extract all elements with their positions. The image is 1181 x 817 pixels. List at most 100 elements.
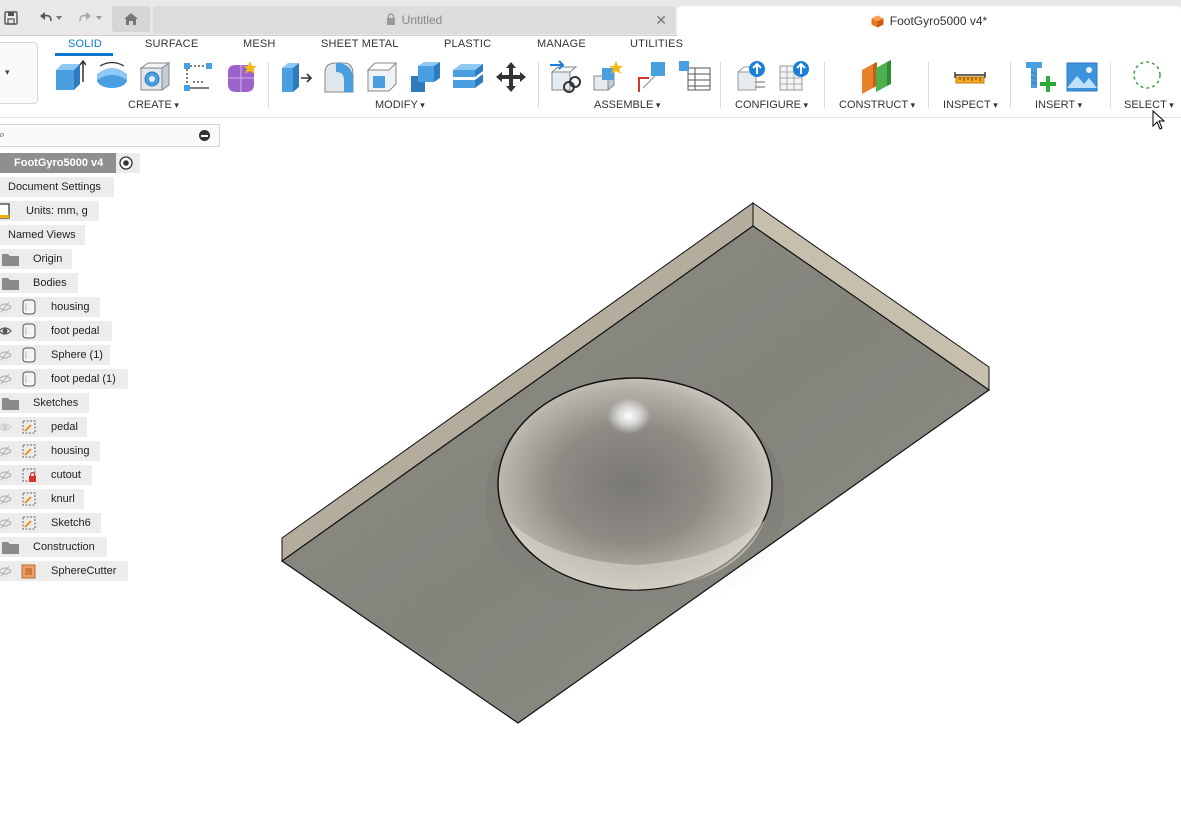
browser-item-label: Construction [33, 541, 95, 553]
as-built-joint-icon[interactable] [635, 60, 669, 94]
tab-footgyro[interactable]: FootGyro5000 v4* [677, 6, 1181, 36]
browser-item-label: Bodies [33, 277, 67, 289]
configure-icon[interactable] [735, 60, 769, 94]
shell-icon[interactable] [408, 60, 442, 94]
hidden-eye-icon[interactable] [0, 443, 12, 459]
browser-root-label: FootGyro5000 v4 [14, 157, 104, 169]
collapse-icon[interactable] [199, 130, 210, 141]
offset-plane-icon[interactable] [859, 60, 893, 94]
browser-search[interactable]: ⌕ [0, 124, 220, 147]
body-icon [22, 323, 36, 339]
create-form-icon[interactable] [224, 60, 258, 94]
browser-body-foot-pedal-1[interactable]: foot pedal (1) [0, 369, 128, 389]
browser-item-document-settings[interactable]: Document Settings [0, 177, 114, 197]
browser-sketch-6[interactable]: Sketch6 [0, 513, 101, 533]
eye-icon[interactable] [0, 323, 12, 339]
browser-body-housing[interactable]: housing [0, 297, 100, 317]
tab-mesh[interactable]: MESH [243, 38, 276, 50]
new-component-icon[interactable] [549, 60, 583, 94]
browser-sketch-knurl[interactable]: knurl [0, 489, 84, 509]
browser-item-units[interactable]: Units: mm, g [0, 201, 99, 221]
home-icon[interactable] [112, 6, 150, 32]
tab-plastic[interactable]: PLASTIC [444, 38, 491, 50]
pattern-icon[interactable] [181, 60, 215, 94]
chamfer-icon[interactable] [365, 60, 399, 94]
body-icon [22, 371, 36, 387]
browser-sketch-cutout[interactable]: cutout [0, 465, 92, 485]
press-pull-icon[interactable] [279, 60, 313, 94]
browser-sphere-cutter[interactable]: SphereCutter [0, 561, 128, 581]
hidden-eye-icon[interactable] [0, 515, 12, 531]
search-icon: ⌕ [0, 129, 6, 141]
model-3d-view[interactable] [222, 118, 1181, 817]
tab-sheet-metal[interactable]: SHEET METAL [321, 38, 399, 50]
browser-item-label: knurl [51, 493, 75, 505]
select-icon[interactable] [1130, 60, 1164, 94]
hidden-eye-icon[interactable] [0, 491, 12, 507]
assemble-menu[interactable]: ASSEMBLE [594, 99, 660, 111]
redo-icon[interactable] [75, 8, 105, 28]
joint-table-icon[interactable] [678, 60, 712, 94]
hole-icon[interactable] [138, 60, 172, 94]
inspect-menu[interactable]: INSPECT [943, 99, 998, 111]
tab-manage[interactable]: MANAGE [537, 38, 586, 50]
extrude-icon[interactable] [52, 60, 86, 94]
browser-item-named-views[interactable]: Named Views [0, 225, 85, 245]
canvas-viewport[interactable] [222, 118, 1181, 817]
browser-body-sphere[interactable]: Sphere (1) [0, 345, 110, 365]
tab-utilities[interactable]: UTILITIES [630, 38, 683, 50]
hidden-eye-icon[interactable] [0, 347, 12, 363]
browser-item-label: housing [51, 445, 90, 457]
modify-menu[interactable]: MODIFY [375, 99, 425, 111]
divider [538, 62, 539, 108]
insert-mcmaster-icon[interactable] [1022, 60, 1056, 94]
insert-canvas-icon[interactable] [1065, 60, 1099, 94]
sketch-icon [22, 420, 36, 434]
configure-menu[interactable]: CONFIGURE [735, 99, 808, 111]
hidden-eye-icon[interactable] [0, 563, 12, 579]
tab-untitled-label: Untitled [401, 13, 443, 27]
fillet-icon[interactable] [322, 60, 356, 94]
workspace-dropdown[interactable]: ▾ [0, 42, 38, 104]
browser-folder-bodies[interactable]: Bodies [0, 273, 78, 293]
tab-footgyro-label: FootGyro5000 v4* [889, 14, 988, 28]
hidden-eye-icon[interactable] [0, 467, 12, 483]
insert-menu[interactable]: INSERT [1035, 99, 1082, 111]
sketch-icon [22, 492, 36, 506]
divider [268, 62, 269, 108]
activate-component-button[interactable] [116, 153, 140, 173]
split-face-icon[interactable] [451, 60, 485, 94]
revolve-icon[interactable] [95, 60, 129, 94]
undo-icon[interactable] [36, 8, 62, 28]
browser-item-label: housing [51, 301, 90, 313]
browser-folder-construction[interactable]: Construction [0, 537, 107, 557]
browser-root[interactable]: FootGyro5000 v4 [0, 153, 116, 173]
joint-icon[interactable] [592, 60, 626, 94]
select-menu[interactable]: SELECT [1124, 99, 1174, 111]
browser-body-foot-pedal[interactable]: foot pedal [0, 321, 112, 341]
configure-table-icon[interactable] [778, 60, 812, 94]
tab-solid[interactable]: SOLID [68, 38, 102, 50]
measure-icon[interactable] [953, 60, 987, 94]
body-icon [22, 299, 36, 315]
chevron-down-icon: ▾ [5, 67, 10, 77]
create-menu[interactable]: CREATE [128, 99, 179, 111]
browser-item-label: foot pedal [51, 325, 100, 337]
eye-icon[interactable] [0, 419, 12, 435]
close-icon[interactable]: ✕ [655, 12, 667, 29]
tab-surface[interactable]: SURFACE [145, 38, 198, 50]
move-copy-icon[interactable] [494, 60, 528, 94]
hidden-eye-icon[interactable] [0, 299, 12, 315]
browser-sketch-housing[interactable]: housing [0, 441, 100, 461]
browser-folder-origin[interactable]: Origin [0, 249, 72, 269]
browser-item-label: Origin [33, 253, 63, 265]
hidden-eye-icon[interactable] [0, 371, 12, 387]
browser-folder-sketches[interactable]: Sketches [0, 393, 89, 413]
tab-untitled[interactable]: Untitled ✕ [153, 6, 675, 34]
radio-active-icon [119, 156, 133, 170]
browser-sketch-pedal[interactable]: pedal [0, 417, 87, 437]
save-icon[interactable] [3, 8, 19, 28]
construct-menu[interactable]: CONSTRUCT [839, 99, 915, 111]
body-icon [22, 347, 36, 363]
browser-item-label: SphereCutter [51, 565, 117, 577]
